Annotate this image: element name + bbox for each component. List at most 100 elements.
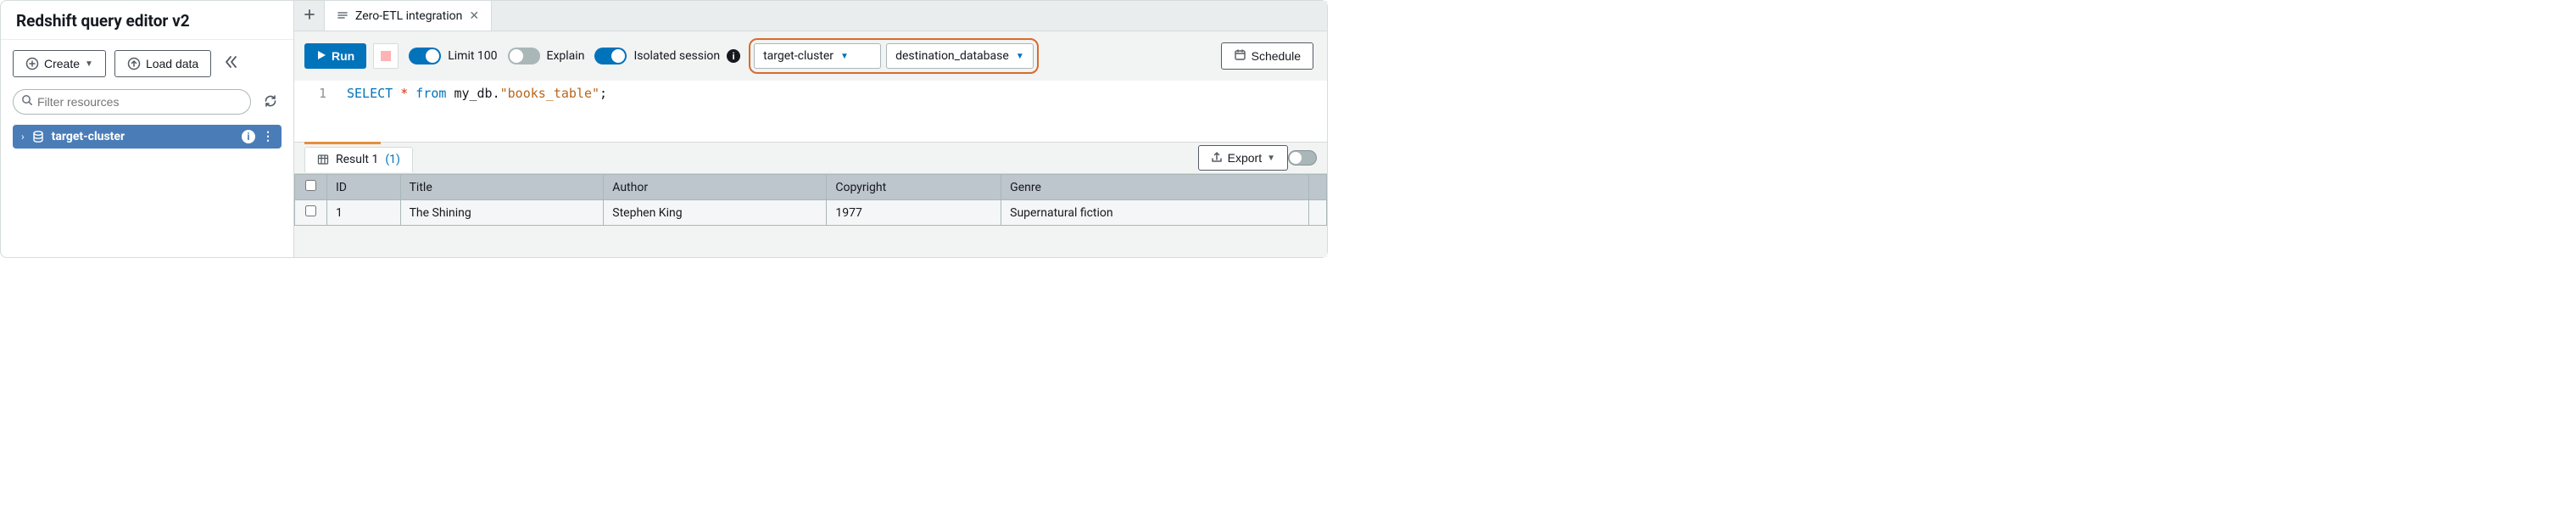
cell-id: 1: [327, 200, 401, 226]
results-view-toggle[interactable]: [1288, 150, 1317, 165]
select-all-cell: [295, 175, 327, 200]
load-data-button[interactable]: Load data: [114, 50, 211, 77]
sql-editor[interactable]: 1 SELECT * from my_db."books_table";: [294, 81, 1327, 142]
search-icon: [21, 94, 33, 109]
table-row[interactable]: 1 The Shining Stephen King 1977 Supernat…: [295, 200, 1327, 226]
stop-button[interactable]: [373, 43, 399, 69]
connection-highlight: target-cluster ▼ destination_database ▼: [749, 38, 1039, 74]
column-header[interactable]: Copyright: [827, 175, 1001, 200]
tree-node-actions: i ⋮: [242, 130, 273, 143]
explain-toggle-group: Explain: [508, 48, 585, 64]
column-header[interactable]: Title: [400, 175, 604, 200]
column-spacer: [1309, 175, 1327, 200]
cluster-icon: [31, 130, 45, 143]
chevron-double-left-icon: [223, 59, 238, 73]
create-button-label: Create: [44, 57, 80, 70]
results-header: Result 1 (1) Export ▼: [294, 142, 1327, 174]
play-icon: [316, 49, 326, 63]
cluster-dropdown-label: target-cluster: [763, 49, 834, 63]
create-button[interactable]: Create ▼: [13, 50, 106, 77]
plus-circle-icon: [25, 57, 39, 70]
run-button-label: Run: [332, 49, 354, 63]
results-grid: ID Title Author Copyright Genre 1 The Sh…: [294, 174, 1327, 226]
script-icon: [337, 10, 348, 22]
results-accent-bar: [304, 142, 381, 144]
token-string: "books_table": [500, 86, 599, 101]
refresh-button[interactable]: [259, 90, 282, 115]
limit-toggle-label: Limit 100: [448, 49, 497, 63]
filter-wrap: [13, 89, 251, 115]
caret-down-icon: ▼: [1016, 52, 1024, 61]
editor-tabbar: Zero-ETL integration ✕: [294, 1, 1327, 31]
isolated-toggle[interactable]: [594, 48, 627, 64]
calendar-icon: [1234, 48, 1246, 64]
caret-down-icon: ▼: [840, 52, 849, 61]
result-row-count: (1): [385, 153, 400, 166]
token-ident: my_db.: [454, 86, 499, 101]
tree-node-target-cluster[interactable]: › target-cluster i ⋮: [13, 125, 282, 149]
limit-toggle[interactable]: [409, 48, 441, 64]
sidebar-toolbar: Create ▼ Load data: [1, 40, 293, 84]
schedule-button-label: Schedule: [1252, 49, 1301, 63]
filter-row: [1, 84, 293, 123]
sidebar-header: Redshift query editor v2: [1, 1, 293, 40]
row-select-checkbox[interactable]: [305, 205, 316, 216]
token-keyword: from: [415, 86, 446, 101]
main-panel: Zero-ETL integration ✕ Run Limit 100 Ex: [294, 1, 1327, 257]
result-tab[interactable]: Result 1 (1): [304, 147, 413, 172]
tree-node-label: target-cluster: [52, 130, 235, 143]
cluster-dropdown[interactable]: target-cluster ▼: [754, 43, 881, 69]
cell-spacer: [1309, 200, 1327, 226]
database-dropdown[interactable]: destination_database ▼: [886, 43, 1034, 69]
chevron-right-icon: ›: [21, 131, 25, 143]
token-keyword: SELECT: [347, 86, 393, 101]
export-icon: [1211, 151, 1223, 165]
kebab-icon[interactable]: ⋮: [262, 130, 273, 143]
caret-down-icon: ▼: [85, 59, 93, 69]
isolated-toggle-group: Isolated session i: [594, 48, 740, 64]
cell-title: The Shining: [400, 200, 604, 226]
info-icon[interactable]: i: [727, 49, 740, 63]
sidebar: Redshift query editor v2 Create ▼ Load d…: [1, 1, 294, 257]
token-semi: ;: [599, 86, 607, 101]
schedule-button[interactable]: Schedule: [1221, 42, 1313, 70]
isolated-toggle-label: Isolated session: [633, 49, 720, 63]
run-button[interactable]: Run: [304, 43, 366, 69]
info-icon[interactable]: i: [242, 130, 255, 143]
sidebar-collapse-button[interactable]: [220, 51, 242, 77]
refresh-icon: [263, 98, 278, 111]
row-select-cell: [295, 200, 327, 226]
cell-copyright: 1977: [827, 200, 1001, 226]
resource-tree: › target-cluster i ⋮: [1, 123, 293, 150]
close-icon[interactable]: ✕: [469, 9, 479, 23]
result-tab-label: Result 1: [336, 153, 378, 166]
export-button-label: Export: [1228, 151, 1262, 165]
app-title: Redshift query editor v2: [16, 11, 278, 31]
table-icon: [317, 154, 329, 165]
editor-tab-label: Zero-ETL integration: [355, 9, 462, 23]
new-tab-button[interactable]: [294, 1, 325, 31]
token-star: *: [400, 86, 408, 101]
column-header[interactable]: Author: [604, 175, 827, 200]
column-header[interactable]: ID: [327, 175, 401, 200]
app-root: Redshift query editor v2 Create ▼ Load d…: [0, 0, 1328, 258]
cell-genre: Supernatural fiction: [1001, 200, 1309, 226]
database-dropdown-label: destination_database: [895, 49, 1009, 63]
editor-gutter: 1: [294, 81, 340, 142]
results-header-row: ID Title Author Copyright Genre: [295, 175, 1327, 200]
explain-toggle-label: Explain: [547, 49, 585, 63]
stop-icon: [381, 51, 391, 61]
explain-toggle[interactable]: [508, 48, 540, 64]
query-toolbar: Run Limit 100 Explain Isolated session i: [294, 31, 1327, 81]
upload-icon: [127, 57, 141, 70]
plus-icon: [304, 8, 315, 24]
column-header[interactable]: Genre: [1001, 175, 1309, 200]
export-button[interactable]: Export ▼: [1198, 145, 1288, 171]
limit-toggle-group: Limit 100: [409, 48, 497, 64]
editor-tab[interactable]: Zero-ETL integration ✕: [325, 1, 492, 31]
load-data-button-label: Load data: [146, 57, 198, 70]
filter-resources-input[interactable]: [13, 89, 251, 115]
editor-code[interactable]: SELECT * from my_db."books_table";: [340, 81, 614, 142]
line-number: 1: [299, 86, 326, 101]
select-all-checkbox[interactable]: [305, 180, 316, 191]
